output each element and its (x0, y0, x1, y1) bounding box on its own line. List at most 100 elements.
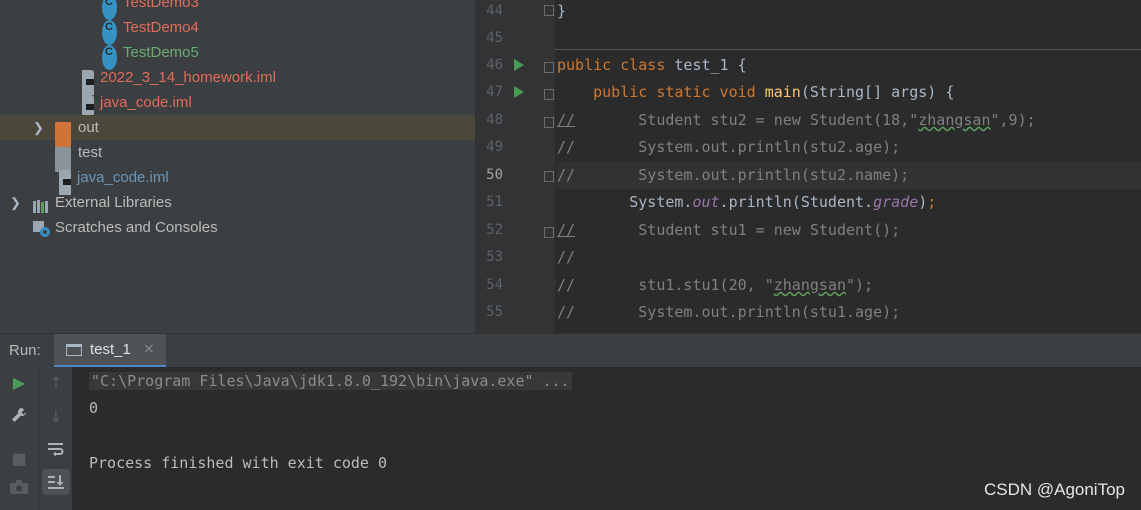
line-number: 47 (486, 84, 503, 100)
console-icon (66, 344, 82, 356)
watermark: CSDN @AgoniTop (983, 480, 1125, 499)
run-toolbar: Run: test_1 × (0, 333, 1141, 368)
tree-item-label: test (78, 144, 103, 161)
tree-item-scratches[interactable]: Scratches and Consoles (0, 215, 475, 240)
code-line-47: public static void main(String[] args) { (557, 79, 1141, 106)
code-line-46: public class test_1 { (557, 52, 1141, 79)
code-comment: Student stu2 = new Student(18," (575, 111, 919, 129)
tree-item-label: out (78, 119, 99, 136)
stop-icon[interactable]: ■ (8, 449, 30, 468)
code-text: ; (927, 193, 937, 211)
code-comment: ",9); (990, 111, 1036, 129)
line-number: 46 (486, 57, 503, 73)
chevron-right-icon[interactable]: ❯ (33, 115, 44, 140)
code-editor[interactable]: 44 45 46 47 48 49 50 51 52 53 54 55 } pu… (475, 0, 1141, 333)
line-number: 52 (486, 222, 503, 238)
code-line-54: // stu1.stu1(20, "zhangsan"); (557, 272, 1141, 299)
close-icon[interactable]: × (143, 341, 155, 357)
code-comment: // (557, 111, 576, 129)
code-keyword: public class (557, 56, 675, 74)
code-comment: "); (846, 276, 874, 294)
code-line-52: // Student stu1 = new Student(); (557, 217, 1141, 244)
tree-item-label: External Libraries (55, 194, 172, 211)
project-tree: TestDemo3 TestDemo4 TestDemo5 2022_3_14_… (0, 0, 475, 333)
tree-item-test[interactable]: test (0, 140, 475, 172)
code-comment: // (557, 221, 576, 239)
tree-item-homework-iml[interactable]: 2022_3_14_homework.iml (0, 65, 475, 95)
code-line-53: // (557, 244, 1141, 271)
tree-item-label: java_code.iml (77, 169, 169, 186)
line-number: 44 (486, 3, 503, 19)
code-comment: zhangsan (918, 111, 991, 129)
tree-item-label: TestDemo3 (123, 0, 199, 11)
console-command-line: "C:\Program Files\Java\jdk1.8.0_192\bin\… (89, 372, 572, 390)
method-separator (555, 49, 1141, 50)
line-number: 45 (486, 30, 503, 46)
code-comment: // System.out.println(stu1.age); (557, 303, 901, 321)
console-output[interactable]: "C:\Program Files\Java\jdk1.8.0_192\bin\… (72, 367, 1141, 510)
code-line-51: System.out.println(Student.grade); (557, 189, 1141, 216)
code-static-field: out (692, 193, 720, 211)
tree-item-label: 2022_3_14_homework.iml (100, 69, 276, 86)
camera-icon[interactable] (8, 479, 30, 498)
code-class-name: test_1 (674, 56, 729, 74)
line-number: 49 (486, 139, 503, 155)
line-number: 50 (486, 167, 503, 183)
code-text: } (557, 2, 567, 20)
code-text: (String[] args) { (800, 83, 955, 101)
run-class-icon[interactable] (514, 59, 524, 71)
chevron-right-icon[interactable]: ❯ (10, 190, 21, 215)
code-comment: // (557, 248, 576, 266)
line-number: 48 (486, 112, 503, 128)
tab-label: test_1 (90, 341, 131, 358)
code-text: { (728, 56, 747, 74)
code-line-49: // System.out.println(stu2.age); (557, 134, 1141, 161)
tab-test-1[interactable]: test_1 × (54, 334, 166, 368)
code-text: System. (557, 193, 693, 211)
tree-item-label: TestDemo4 (123, 19, 199, 36)
fold-icon[interactable] (544, 5, 554, 16)
tree-item-label: TestDemo5 (123, 44, 199, 61)
wrench-icon[interactable] (8, 407, 30, 427)
code-keyword: public static void (557, 83, 765, 101)
fold-icon[interactable] (544, 227, 554, 238)
run-main-icon[interactable] (514, 86, 524, 98)
code-comment: // stu1.stu1(20, " (557, 276, 774, 294)
scroll-to-end-icon[interactable] (42, 469, 70, 495)
fold-icon[interactable] (544, 171, 554, 182)
code-text: .println(Student. (719, 193, 874, 211)
fold-icon[interactable] (544, 62, 554, 73)
libraries-icon (33, 196, 50, 213)
console-actions-toolbar: ↑ ↓ (38, 367, 73, 510)
tree-item-testdemo3[interactable]: TestDemo3 (0, 0, 475, 20)
code-static-field: grade (873, 193, 919, 211)
tree-item-label: Scratches and Consoles (55, 219, 218, 236)
code-text: ) (918, 193, 928, 211)
tree-item-testdemo5[interactable]: TestDemo5 (0, 40, 475, 70)
code-comment: zhangsan (773, 276, 846, 294)
run-actions-toolbar: ▶ ■ (0, 367, 38, 510)
fold-icon[interactable] (544, 89, 554, 100)
code-comment: // System.out.println(stu2.name); (557, 166, 910, 184)
up-arrow-icon[interactable]: ↑ (45, 373, 67, 392)
tree-item-java-code-iml-root[interactable]: java_code.iml (0, 165, 475, 195)
console-exit-message: Process finished with exit code 0 (89, 454, 388, 472)
console-command: "C:\Program Files\Java\jdk1.8.0_192\bin\… (89, 372, 572, 390)
tree-item-out[interactable]: ❯ out (0, 115, 475, 147)
code-comment: // System.out.println(stu2.age); (557, 138, 901, 156)
fold-icon[interactable] (544, 117, 554, 128)
code-line-50: // System.out.println(stu2.name); (557, 162, 1141, 189)
tree-item-label: java_code.iml (100, 94, 192, 111)
line-number: 54 (486, 277, 503, 293)
code-line-48: // Student stu2 = new Student(18,"zhangs… (557, 107, 1141, 134)
tree-item-testdemo4[interactable]: TestDemo4 (0, 15, 475, 45)
line-number: 55 (486, 304, 503, 320)
soft-wrap-icon[interactable] (45, 441, 67, 461)
rerun-icon[interactable]: ▶ (8, 373, 30, 392)
tree-item-java-code-iml[interactable]: java_code.iml (0, 90, 475, 120)
tree-item-external-libraries[interactable]: ❯ External Libraries (0, 190, 475, 215)
line-number: 51 (486, 194, 503, 210)
down-arrow-icon[interactable]: ↓ (45, 407, 67, 426)
run-label: Run: (9, 342, 41, 359)
code-line-55: // System.out.println(stu1.age); (557, 299, 1141, 326)
